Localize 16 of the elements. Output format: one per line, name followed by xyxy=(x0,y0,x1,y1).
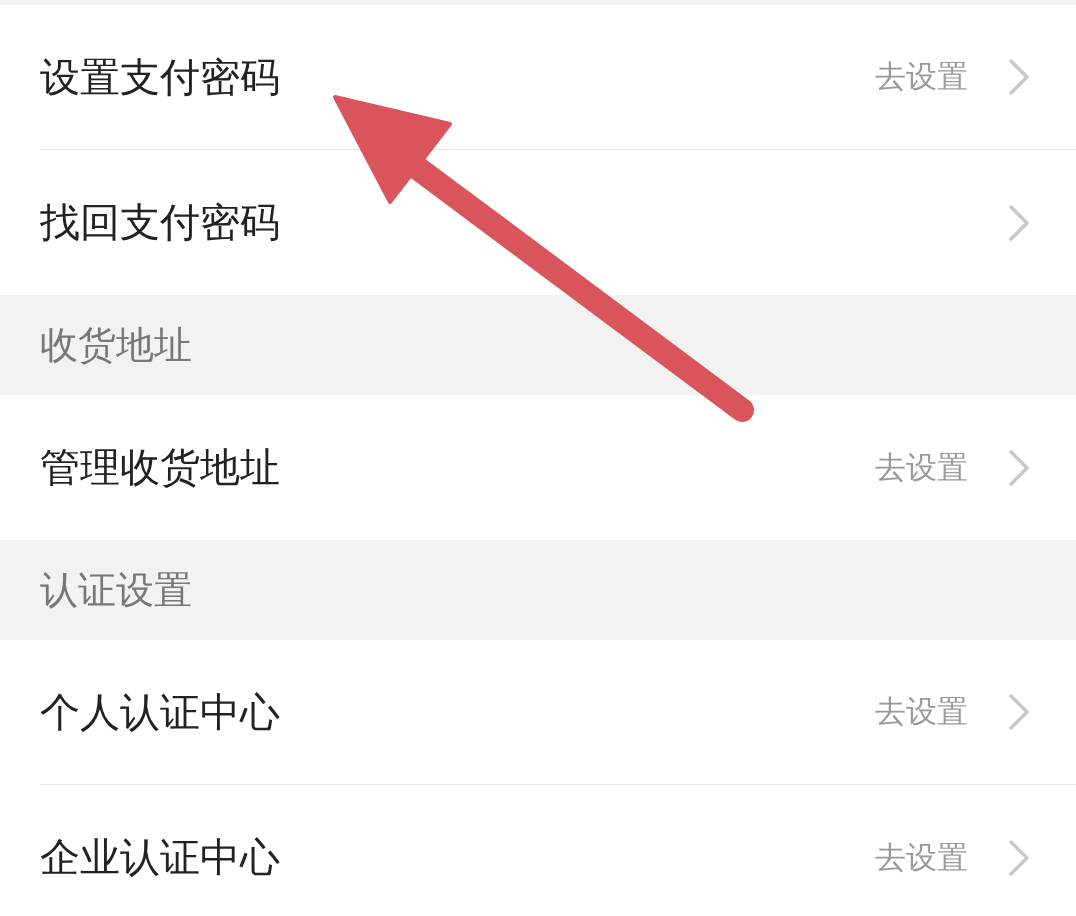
row-label: 找回支付密码 xyxy=(40,198,281,247)
chevron-right-icon xyxy=(1008,203,1030,242)
row-action-text: 去设置 xyxy=(875,447,968,487)
row-action-text: 去设置 xyxy=(875,57,968,96)
row-action-text: 去设置 xyxy=(875,692,968,731)
row-label: 设置支付密码 xyxy=(40,52,281,102)
chevron-right-icon xyxy=(1008,693,1030,731)
chevron-right-icon xyxy=(1008,448,1030,487)
row-action-text: 去设置 xyxy=(875,837,968,877)
chevron-right-icon xyxy=(1008,58,1030,96)
section-title: 认证设置 xyxy=(40,566,192,614)
row-label: 个人认证中心 xyxy=(40,687,281,737)
chevron-right-icon xyxy=(1008,838,1030,877)
row-label: 管理收货地址 xyxy=(40,443,281,492)
row-label: 企业认证中心 xyxy=(40,833,281,882)
section-title: 收货地址 xyxy=(40,321,192,369)
